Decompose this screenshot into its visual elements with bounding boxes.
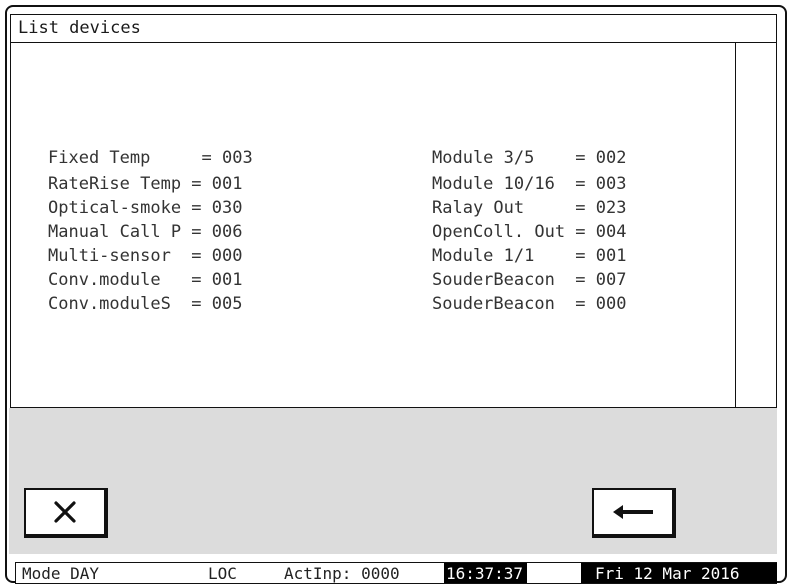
status-actinp: ActInp: 0000 — [284, 564, 400, 583]
arrow-left-icon — [613, 505, 653, 519]
close-button[interactable] — [24, 488, 108, 538]
scrollbar[interactable] — [735, 42, 736, 408]
device-count-souderbeacon-1: SouderBeacon = 007 — [432, 270, 627, 290]
close-x-icon — [54, 501, 76, 523]
device-count-module-3-5: Module 3/5 = 002 — [432, 148, 627, 168]
device-count-module-1-1: Module 1/1 = 001 — [432, 246, 627, 266]
device-count-optical-smoke: Optical-smoke = 030 — [48, 198, 243, 218]
title-bar: List devices — [10, 14, 777, 42]
device-count-souderbeacon-2: SouderBeacon = 000 — [432, 294, 627, 314]
device-count-relay-out: Ralay Out = 023 — [432, 198, 627, 218]
device-count-fixed-temp: Fixed Temp = 003 — [48, 148, 253, 168]
status-time: 16:37:37 — [444, 563, 528, 583]
device-count-multi-sensor: Multi-sensor = 000 — [48, 246, 243, 266]
device-count-conv-module: Conv.module = 001 — [48, 270, 243, 290]
device-count-module-10-16: Module 10/16 = 003 — [432, 174, 627, 194]
status-bar: Mode DAY LOC ActInp: 0000 16:37:37 Fri 1… — [15, 562, 777, 584]
device-count-opencoll-out: OpenColl. Out = 004 — [432, 222, 627, 242]
status-loc: LOC — [208, 564, 237, 583]
device-count-conv-modules: Conv.moduleS = 005 — [48, 294, 243, 314]
status-date: Fri 12 Mar 2016 — [581, 563, 777, 583]
back-button[interactable] — [592, 488, 676, 538]
status-mode: Mode DAY — [22, 564, 100, 583]
device-count-raterise-temp: RateRise Temp = 001 — [48, 174, 243, 194]
page-title: List devices — [18, 18, 141, 38]
device-count-manual-call-point: Manual Call P = 006 — [48, 222, 243, 242]
